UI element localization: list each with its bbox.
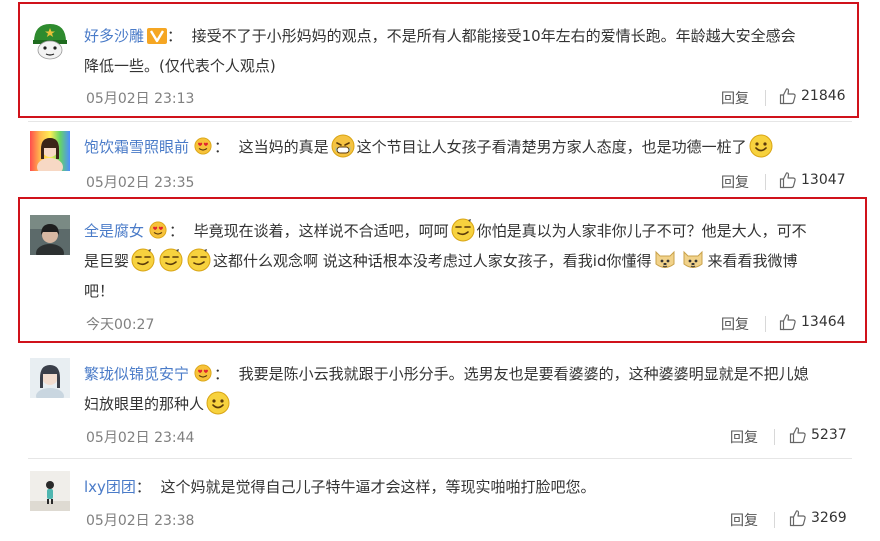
username-link[interactable]: 全是腐女 [84, 222, 144, 240]
comment-timestamp: 05月02日 23:35 [86, 175, 195, 191]
username-link[interactable]: 好多沙雕 [84, 27, 144, 45]
comment-timestamp: 05月02日 23:44 [86, 430, 195, 446]
like-button[interactable]: 13047 [779, 171, 846, 189]
like-button[interactable]: 21846 [779, 87, 846, 105]
separator [774, 429, 775, 445]
avatar[interactable] [30, 471, 70, 511]
avatar[interactable] [30, 358, 70, 398]
comment-timestamp: 05月02日 23:38 [86, 513, 195, 529]
heart-eyes-icon [192, 364, 214, 382]
separator [765, 316, 766, 332]
illustrated-portrait-avatar-icon [30, 358, 70, 398]
like-count: 3269 [811, 510, 847, 526]
comment-text: 这都什么观念啊 说这种话根本没考虑过人家女孩子，看我id你懂得 [213, 252, 652, 270]
comment-text: 你怕是真以为人家非你儿子不可？他是大人，可不 [476, 222, 807, 240]
like-button[interactable]: 5237 [789, 426, 847, 444]
like-button[interactable]: 3269 [789, 509, 847, 527]
comment-text: 这个节目让人女孩子看清楚男方家人态度，也是功德一桩了 [356, 138, 747, 156]
thumbs-up-icon [779, 313, 797, 331]
smug-emoji-icon [451, 218, 475, 242]
comment-text-line: 吧！ [84, 282, 115, 300]
comment-item: 好多沙雕： 接受不了于小彤妈妈的观点，不是所有人都能接受10年左右的爱情长跑。年… [0, 0, 880, 118]
like-count: 21846 [801, 88, 846, 104]
smug-emoji-icon [159, 248, 183, 272]
separator [774, 512, 775, 528]
smile-emoji-icon [749, 134, 773, 158]
comment-text: 来看看我微博 [707, 252, 798, 270]
comment-item: 繁珑似锦觅安宁： 我要是陈小云我就跟于小彤分手。选男友也是要看婆婆的，这种婆婆明… [0, 348, 880, 456]
comment-text: 这个妈就是觉得自己儿子特牛逼才会这样，等现实啪啪打脸吧您。 [160, 478, 596, 496]
green-helmet-avatar-icon [30, 20, 70, 60]
doge-emoji-icon [653, 248, 677, 272]
smug-emoji-icon [187, 248, 211, 272]
reply-button[interactable]: 回复 [730, 510, 758, 530]
small-figure-avatar-icon [30, 471, 70, 511]
separator [765, 90, 766, 106]
comment-item: 全是腐女： 毕竟现在谈着，这样说不合适吧，呵呵 你怕是真以为人家非你儿子不可？他是… [0, 197, 880, 343]
comment-text: 这当妈的真是 [238, 138, 329, 156]
thumbs-up-icon [789, 509, 807, 527]
reply-button[interactable]: 回复 [721, 314, 749, 334]
comment-item: lxy团团： 这个妈就是觉得自己儿子特牛逼才会这样，等现实啪啪打脸吧您。 05月… [0, 459, 880, 541]
comment-text: 是巨婴 [84, 252, 130, 270]
comment-timestamp: 今天00:27 [86, 317, 155, 333]
separator [765, 174, 766, 190]
username-link[interactable]: lxy团团 [84, 478, 136, 496]
thumbs-up-icon [779, 171, 797, 189]
rainbow-portrait-avatar-icon [30, 131, 70, 171]
dark-portrait-avatar-icon [30, 215, 70, 255]
like-count: 5237 [811, 427, 847, 443]
comment-item: 饱饮霜雪照眼前： 这当妈的真是 这个节目让人女孩子看清楚男方家人态度，也是功德一桩… [0, 122, 880, 192]
reply-button[interactable]: 回复 [721, 172, 749, 192]
comment-text: 妇放眼里的那种人 [84, 395, 205, 413]
reply-button[interactable]: 回复 [730, 427, 758, 447]
username-link[interactable]: 繁珑似锦觅安宁 [84, 365, 189, 383]
reply-button[interactable]: 回复 [721, 88, 749, 108]
avatar[interactable] [30, 20, 70, 60]
like-count: 13047 [801, 172, 846, 188]
thumbs-up-icon [779, 87, 797, 105]
crying-laughing-emoji-icon [331, 134, 355, 158]
comment-text-line: 降低一些。(仅代表个人观点) [84, 57, 276, 75]
vip-v-icon [147, 28, 168, 44]
like-count: 13464 [801, 314, 846, 330]
smug-emoji-icon [131, 248, 155, 272]
thumbs-up-icon [789, 426, 807, 444]
like-button[interactable]: 13464 [779, 313, 846, 331]
comment-text: 我要是陈小云我就跟于小彤分手。选男友也是要看婆婆的，这种婆婆明显就是不把儿媳 [238, 365, 809, 383]
avatar[interactable] [30, 215, 70, 255]
heart-eyes-icon [147, 221, 169, 239]
username-link[interactable]: 饱饮霜雪照眼前 [84, 138, 189, 156]
doge-emoji-icon [681, 248, 705, 272]
heart-eyes-icon [192, 137, 214, 155]
comment-text: 接受不了于小彤妈妈的观点，不是所有人都能接受10年左右的爱情长跑。年龄越大安全感… [191, 27, 796, 45]
avatar[interactable] [30, 131, 70, 171]
comment-text: 毕竟现在谈着，这样说不合适吧，呵呵 [193, 222, 449, 240]
smile-emoji-icon [206, 391, 230, 415]
comment-timestamp: 05月02日 23:13 [86, 91, 195, 107]
